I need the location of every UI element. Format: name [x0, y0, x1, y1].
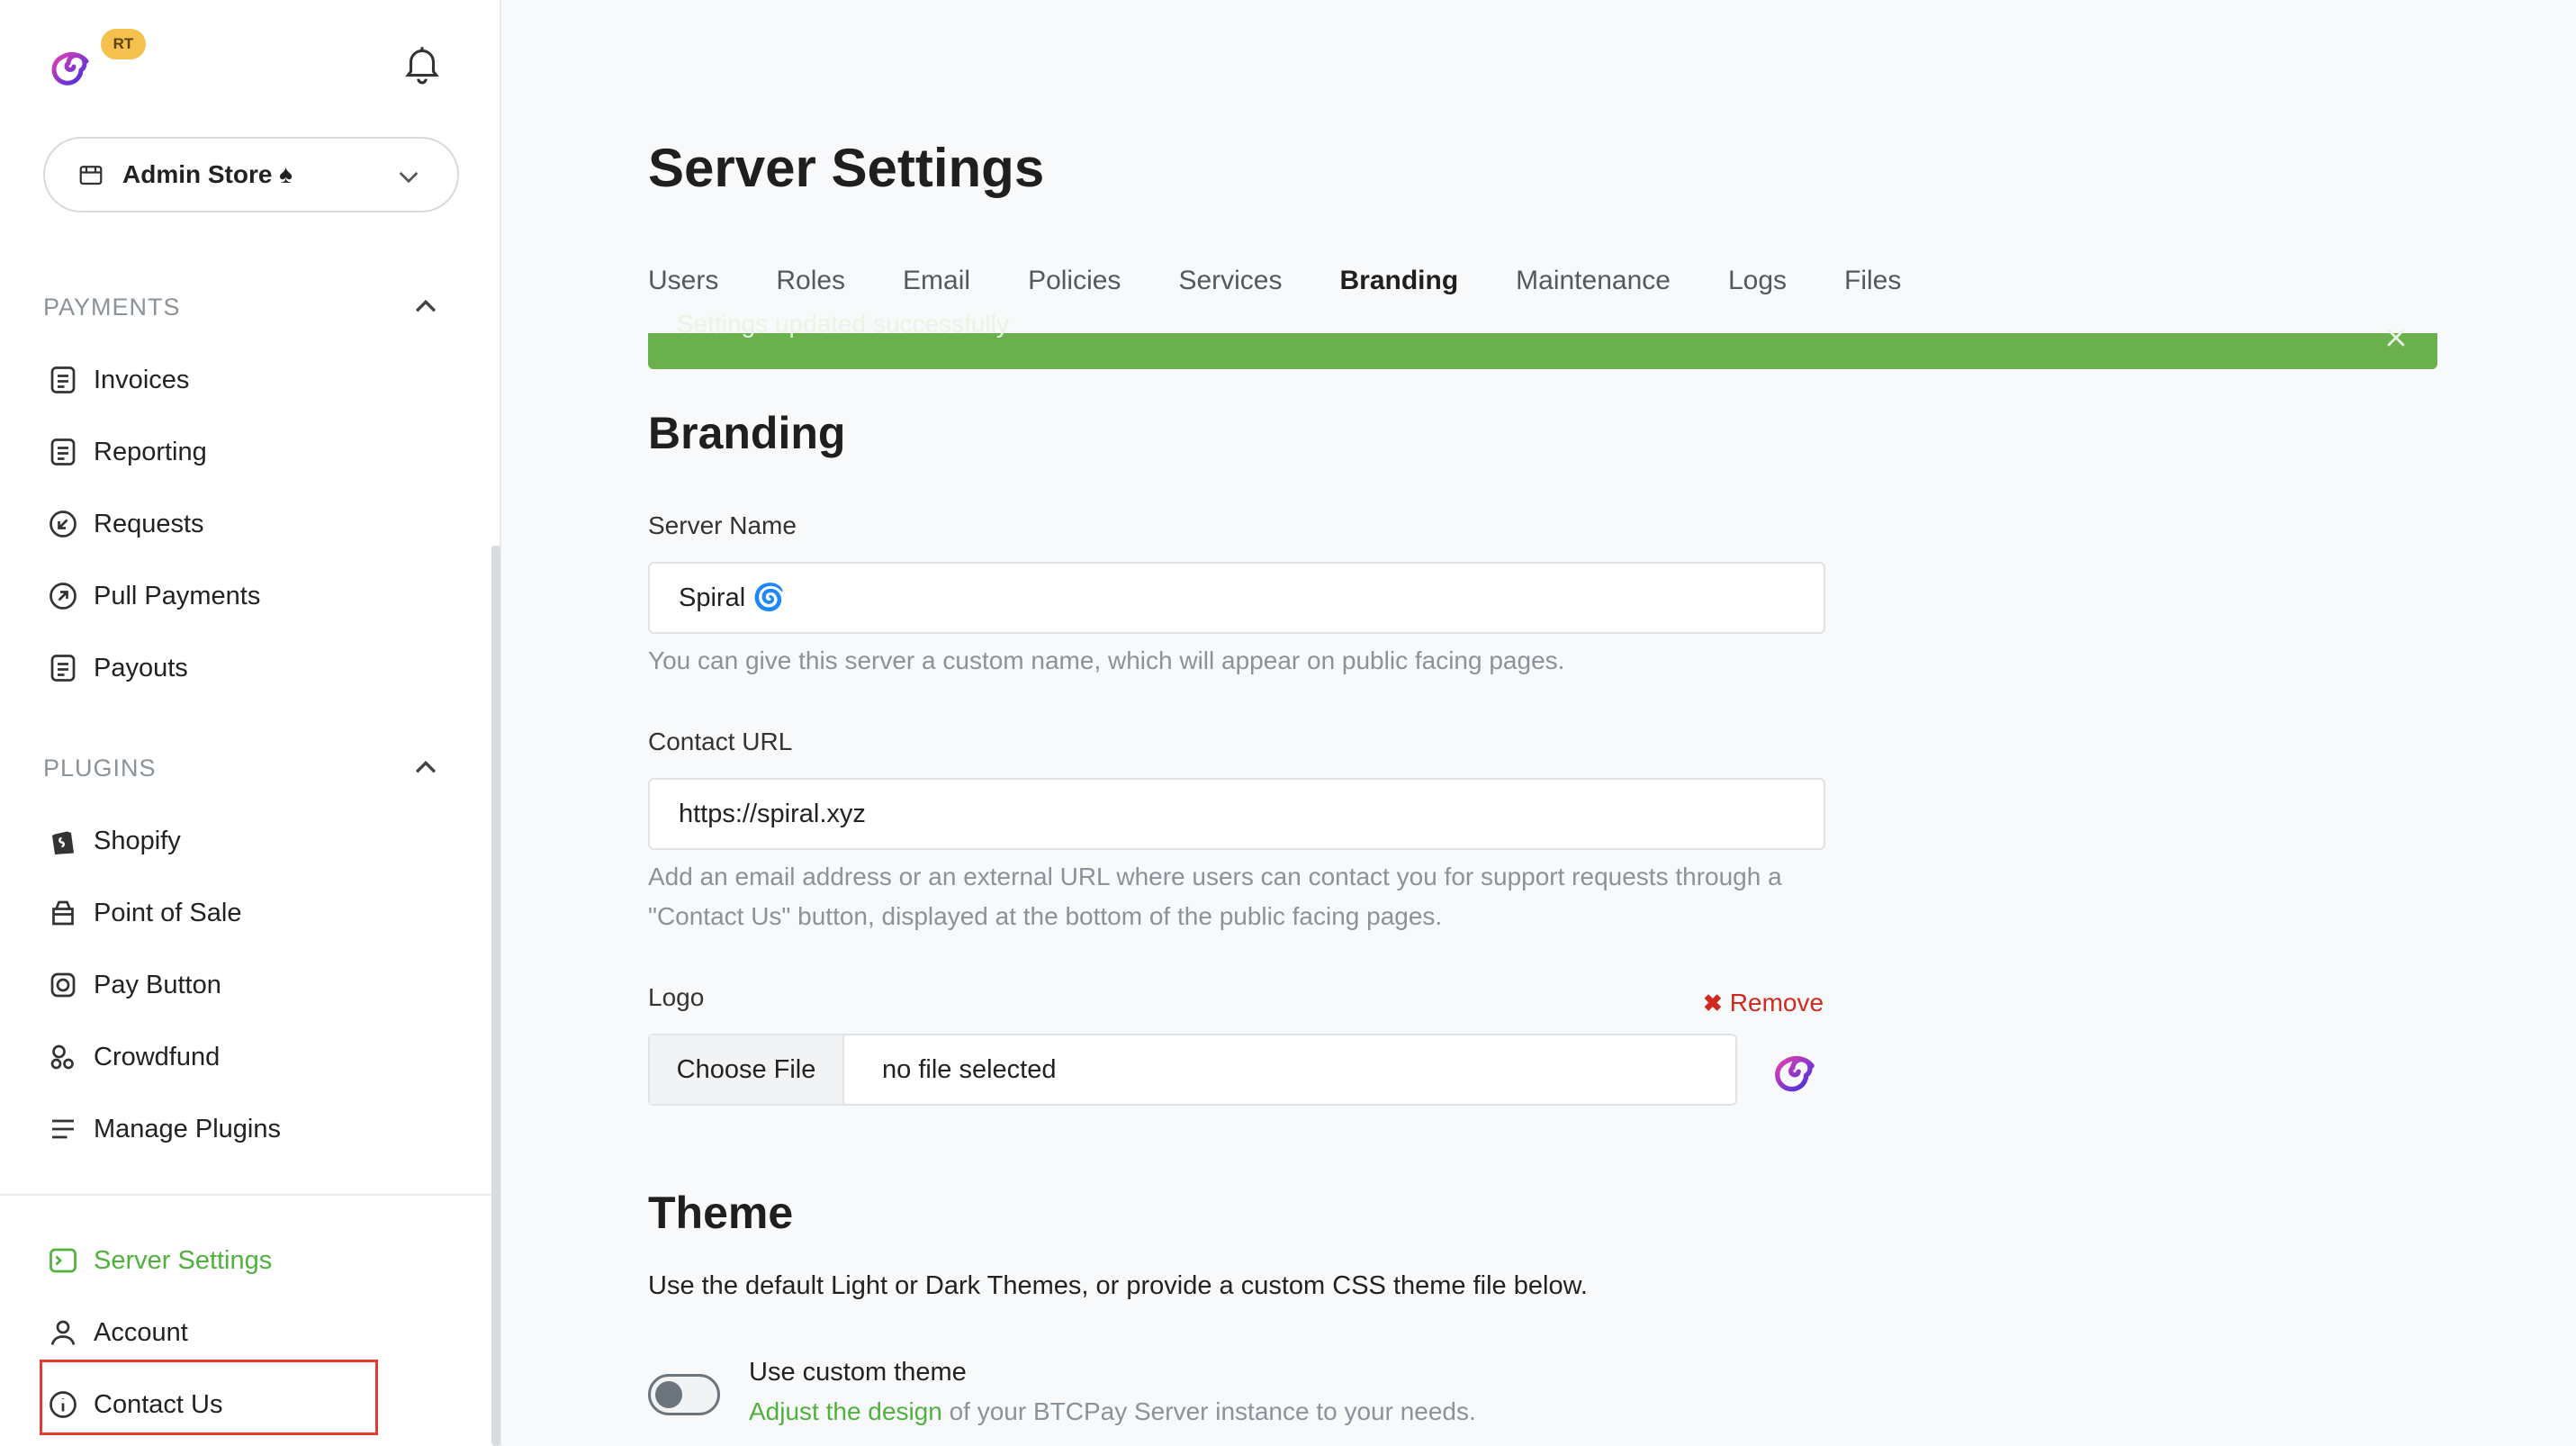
- sidebar-scrollbar[interactable]: [491, 546, 500, 1446]
- adjust-design-link[interactable]: Adjust the design: [749, 1397, 942, 1425]
- tab-logs[interactable]: Logs: [1728, 258, 1787, 337]
- shopify-icon: [52, 831, 74, 854]
- file-status: no file selected: [882, 1054, 1057, 1084]
- sidebar-item-label: Payouts: [94, 653, 188, 682]
- contact-url-value: https://spiral.xyz: [679, 799, 866, 828]
- sidebar-item-label: Manage Plugins: [94, 1114, 281, 1143]
- tab-services[interactable]: Services: [1178, 258, 1282, 337]
- logo-preview-icon: [1775, 1055, 1815, 1092]
- toggle-knob: [655, 1381, 682, 1408]
- sidebar-item-label: Shopify: [94, 826, 181, 855]
- sidebar-item-point-of-sale[interactable]: Point of Sale: [47, 893, 241, 933]
- payout-icon: [50, 655, 76, 682]
- sidebar-item-label: Requests: [94, 509, 204, 538]
- server-name-input[interactable]: Spiral 🌀: [648, 562, 1825, 634]
- sidebar-item-label: Account: [94, 1317, 188, 1347]
- custom-theme-help: Adjust the design of your BTCPay Server …: [749, 1397, 1476, 1426]
- payments-section-header[interactable]: PAYMENTS: [43, 294, 181, 321]
- logo-file-input[interactable]: Choose File no file selected: [648, 1034, 1737, 1106]
- store-icon: [79, 166, 103, 185]
- highlight-box: [40, 1360, 378, 1435]
- custom-theme-label: Use custom theme: [749, 1358, 967, 1387]
- crowdfund-icon: [50, 1044, 74, 1070]
- sidebar-divider: [0, 1194, 500, 1196]
- user-icon: [50, 1320, 76, 1345]
- tab-maintenance[interactable]: Maintenance: [1516, 258, 1671, 337]
- pull-payment-icon: [50, 583, 77, 610]
- sidebar-item-crowdfund[interactable]: Crowdfund: [47, 1037, 220, 1077]
- store-name: Admin Store ♠: [122, 160, 293, 188]
- sidebar-item-pull-payments[interactable]: Pull Payments: [47, 576, 260, 616]
- sidebar-item-label: Pull Payments: [94, 581, 261, 610]
- choose-file-button[interactable]: Choose File: [650, 1035, 844, 1104]
- plugins-section-header[interactable]: PLUGINS: [43, 755, 157, 782]
- chevron-down-icon: [399, 172, 419, 184]
- chevron-up-icon[interactable]: [410, 753, 441, 783]
- pos-icon: [52, 900, 74, 926]
- report-icon: [50, 438, 76, 465]
- page-title: Server Settings: [648, 138, 1045, 198]
- success-alert: Settings updated successfully: [648, 310, 2437, 369]
- sidebar-item-label: Server Settings: [94, 1245, 273, 1275]
- branding-heading: Branding: [648, 408, 846, 458]
- close-icon[interactable]: [2380, 324, 2412, 351]
- request-icon: [50, 511, 77, 538]
- contact-url-label: Contact URL: [648, 728, 793, 755]
- theme-heading: Theme: [648, 1188, 794, 1238]
- tab-files[interactable]: Files: [1844, 258, 1901, 337]
- sidebar-item-account[interactable]: Account: [47, 1313, 188, 1352]
- sidebar-item-label: Pay Button: [94, 970, 221, 999]
- server-name-value: Spiral 🌀: [679, 583, 786, 612]
- sidebar-item-payouts[interactable]: Payouts: [47, 648, 188, 688]
- tab-branding[interactable]: Branding: [1339, 258, 1458, 337]
- sidebar-item-label: Reporting: [94, 437, 207, 466]
- sidebar-item-invoices[interactable]: Invoices: [47, 360, 189, 400]
- role-badge: RT: [101, 29, 146, 59]
- custom-theme-help-text: of your BTCPay Server instance to your n…: [941, 1397, 1476, 1425]
- contact-url-input[interactable]: https://spiral.xyz: [648, 778, 1825, 850]
- custom-theme-toggle[interactable]: [648, 1374, 720, 1415]
- sidebar-item-label: Point of Sale: [94, 898, 242, 927]
- remove-label: Remove: [1729, 989, 1824, 1017]
- invoice-icon: [50, 366, 76, 393]
- sidebar-item-server-settings[interactable]: Server Settings: [47, 1241, 272, 1280]
- sidebar-item-requests[interactable]: Requests: [47, 504, 204, 544]
- remove-icon: ✖: [1703, 989, 1723, 1017]
- sidebar-item-shopify[interactable]: Shopify: [47, 821, 181, 861]
- server-name-label: Server Name: [648, 511, 797, 539]
- sidebar-item-reporting[interactable]: Reporting: [47, 432, 207, 472]
- contact-url-help: Add an email address or an external URL …: [648, 863, 1782, 930]
- main-content: Server Settings Users Roles Email Polici…: [501, 0, 2576, 1446]
- spiral-logo-icon[interactable]: [47, 38, 95, 92]
- sidebar-item-label: Invoices: [94, 365, 190, 394]
- logo-label: Logo: [648, 983, 705, 1011]
- sidebar-item-label: Crowdfund: [94, 1042, 221, 1071]
- sidebar-item-pay-button[interactable]: Pay Button: [47, 965, 221, 1005]
- server-icon: [50, 1248, 77, 1273]
- bell-icon[interactable]: [400, 41, 445, 86]
- pay-button-icon: [50, 972, 76, 998]
- tab-policies[interactable]: Policies: [1028, 258, 1121, 337]
- sidebar-item-manage-plugins[interactable]: Manage Plugins: [47, 1109, 281, 1149]
- theme-description: Use the default Light or Dark Themes, or…: [648, 1271, 1588, 1300]
- alert-message: Settings updated successfully: [677, 310, 1009, 338]
- sidebar: RT Admin Store ♠ PAYMENTS Invoices Repor…: [0, 0, 501, 1446]
- chevron-up-icon[interactable]: [410, 292, 441, 322]
- list-icon: [52, 1119, 74, 1139]
- server-name-help: You can give this server a custom name, …: [648, 646, 1565, 674]
- remove-logo-link[interactable]: ✖ Remove: [1703, 989, 1824, 1017]
- store-selector[interactable]: Admin Store ♠: [43, 137, 459, 212]
